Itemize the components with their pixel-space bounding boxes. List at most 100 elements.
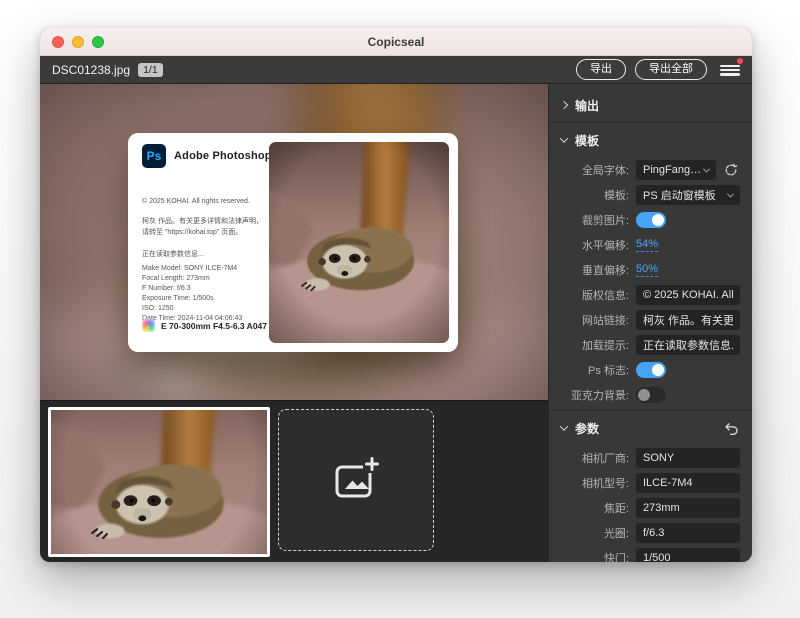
hamburger-menu-icon[interactable] xyxy=(720,63,740,77)
template-select[interactable]: PS 启动窗模板 xyxy=(636,185,740,205)
horizontal-offset-value[interactable]: 54% xyxy=(636,238,658,252)
section-params-label: 参数 xyxy=(575,420,599,437)
divider xyxy=(549,122,752,123)
website-label: 网站链接: xyxy=(561,312,629,328)
main-column: Ps Adobe Photoshop © 2025 KOHAI. All rig… xyxy=(40,84,548,562)
filename-label: DSC01238.jpg xyxy=(52,63,130,77)
global-font-label: 全局字体: xyxy=(561,162,629,178)
aperture-input[interactable] xyxy=(636,523,740,543)
crop-image-label: 裁剪图片: xyxy=(561,212,629,228)
copyright-input[interactable] xyxy=(636,285,740,305)
toolbar: DSC01238.jpg 1/1 导出 导出全部 xyxy=(40,56,752,84)
template-label: 模板: xyxy=(561,187,629,203)
preview-canvas[interactable]: Ps Adobe Photoshop © 2025 KOHAI. All rig… xyxy=(40,84,548,400)
toolbar-actions: 导出 导出全部 xyxy=(576,59,740,80)
minimize-button[interactable] xyxy=(72,36,84,48)
section-output-label: 输出 xyxy=(575,97,599,114)
section-header-params[interactable]: 参数 xyxy=(549,413,752,443)
row-vertical-offset: 垂直偏移: 50% xyxy=(549,260,752,280)
chevron-down-icon xyxy=(560,134,568,142)
card-website-line2: 请转至 "https://kohai.top" 页面。 xyxy=(142,228,263,239)
camera-maker-input[interactable] xyxy=(636,448,740,468)
section-header-template[interactable]: 模板 xyxy=(549,125,752,155)
card-exif-block: Make Model: SONY ILCE-7M4 Focal Length: … xyxy=(142,264,242,324)
add-image-icon xyxy=(330,454,382,506)
notification-dot xyxy=(737,58,743,64)
camera-model-label: 相机型号: xyxy=(561,475,629,491)
watermark-card[interactable]: Ps Adobe Photoshop © 2025 KOHAI. All rig… xyxy=(128,133,458,352)
row-camera-model: 相机型号: xyxy=(549,473,752,493)
focal-length-input[interactable] xyxy=(636,498,740,518)
content-area: Ps Adobe Photoshop © 2025 KOHAI. All rig… xyxy=(40,84,752,562)
card-copyright: © 2025 KOHAI. All rights reserved. xyxy=(142,197,250,207)
crop-image-toggle[interactable] xyxy=(636,212,666,228)
exif-line: Make Model: SONY ILCE-7M4 xyxy=(142,264,242,274)
row-aperture: 光圈: xyxy=(549,523,752,543)
exif-line: Exposure Time: 1/500s xyxy=(142,294,242,304)
row-crop-image: 裁剪图片: xyxy=(549,210,752,230)
ps-logo-toggle[interactable] xyxy=(636,362,666,378)
photo-thumbnail-selected[interactable] xyxy=(48,407,270,557)
traffic-lights xyxy=(40,36,104,48)
section-header-output[interactable]: 输出 xyxy=(549,90,752,120)
row-ps-logo: Ps 标志: xyxy=(549,360,752,380)
undo-icon xyxy=(724,422,739,435)
shutter-input[interactable] xyxy=(636,548,740,562)
menu-bar xyxy=(720,69,740,71)
lens-profile-icon xyxy=(142,319,155,332)
vertical-offset-label: 垂直偏移: xyxy=(561,262,629,278)
export-button[interactable]: 导出 xyxy=(576,59,626,80)
refresh-icon xyxy=(724,163,738,177)
camera-maker-label: 相机厂商: xyxy=(561,450,629,466)
image-counter-badge: 1/1 xyxy=(138,63,163,77)
app-window: Copicseal DSC01238.jpg 1/1 导出 导出全部 xyxy=(40,28,752,562)
row-website: 网站链接: xyxy=(549,310,752,330)
aperture-label: 光圈: xyxy=(561,525,629,541)
close-button[interactable] xyxy=(52,36,64,48)
acrylic-bg-toggle[interactable] xyxy=(636,387,666,403)
focal-length-label: 焦距: xyxy=(561,500,629,516)
camera-model-input[interactable] xyxy=(636,473,740,493)
row-camera-maker: 相机厂商: xyxy=(549,448,752,468)
row-global-font: 全局字体: PingFang SC xyxy=(549,160,752,180)
reset-params-button[interactable] xyxy=(722,419,740,437)
website-input[interactable] xyxy=(636,310,740,330)
row-focal-length: 焦距: xyxy=(549,498,752,518)
global-font-select[interactable]: PingFang SC xyxy=(636,160,716,180)
divider xyxy=(549,410,752,411)
copyright-label: 版权信息: xyxy=(561,287,629,303)
zoom-button[interactable] xyxy=(92,36,104,48)
export-all-button[interactable]: 导出全部 xyxy=(635,59,707,80)
acrylic-bg-label: 亚克力背景: xyxy=(561,387,629,403)
menu-bar xyxy=(720,73,740,75)
row-acrylic-bg: 亚克力背景: xyxy=(549,385,752,405)
row-shutter: 快门: xyxy=(549,548,752,562)
menu-bar xyxy=(720,65,740,67)
vertical-offset-value[interactable]: 50% xyxy=(636,263,658,277)
card-loading-text: 正在读取参数信息... xyxy=(142,249,204,259)
add-image-dropzone[interactable] xyxy=(278,409,434,551)
lens-name-label: E 70-300mm F4.5-6.3 A047 xyxy=(161,321,267,331)
chevron-down-icon xyxy=(560,422,568,430)
ps-logo-label: Ps 标志: xyxy=(561,362,629,378)
titlebar: Copicseal xyxy=(40,28,752,56)
row-loading-tip: 加载提示: xyxy=(549,335,752,355)
horizontal-offset-label: 水平偏移: xyxy=(561,237,629,253)
card-photo xyxy=(269,142,449,343)
chevron-down-icon xyxy=(703,165,710,172)
card-website-text: 柯灰 作品。有关更多详情和法律声明， 请转至 "https://kohai.to… xyxy=(142,217,263,239)
exif-line: F Number: f/6.3 xyxy=(142,284,242,294)
template-value: PS 启动窗模板 xyxy=(643,187,728,203)
app-name-label: Adobe Photoshop xyxy=(174,150,272,162)
settings-sidebar: 输出 模板 全局字体: PingFang SC xyxy=(548,84,752,562)
refresh-fonts-button[interactable] xyxy=(722,161,740,179)
chevron-right-icon xyxy=(560,101,568,109)
row-horizontal-offset: 水平偏移: 54% xyxy=(549,235,752,255)
loading-tip-input[interactable] xyxy=(636,335,740,355)
exif-line: ISO: 1250 xyxy=(142,304,242,314)
filmstrip xyxy=(40,400,548,562)
ps-logo-row: Ps Adobe Photoshop xyxy=(142,144,272,168)
lens-info-row: E 70-300mm F4.5-6.3 A047 xyxy=(142,319,267,332)
card-text-column: Ps Adobe Photoshop © 2025 KOHAI. All rig… xyxy=(142,133,274,352)
global-font-value: PingFang SC xyxy=(643,164,704,176)
